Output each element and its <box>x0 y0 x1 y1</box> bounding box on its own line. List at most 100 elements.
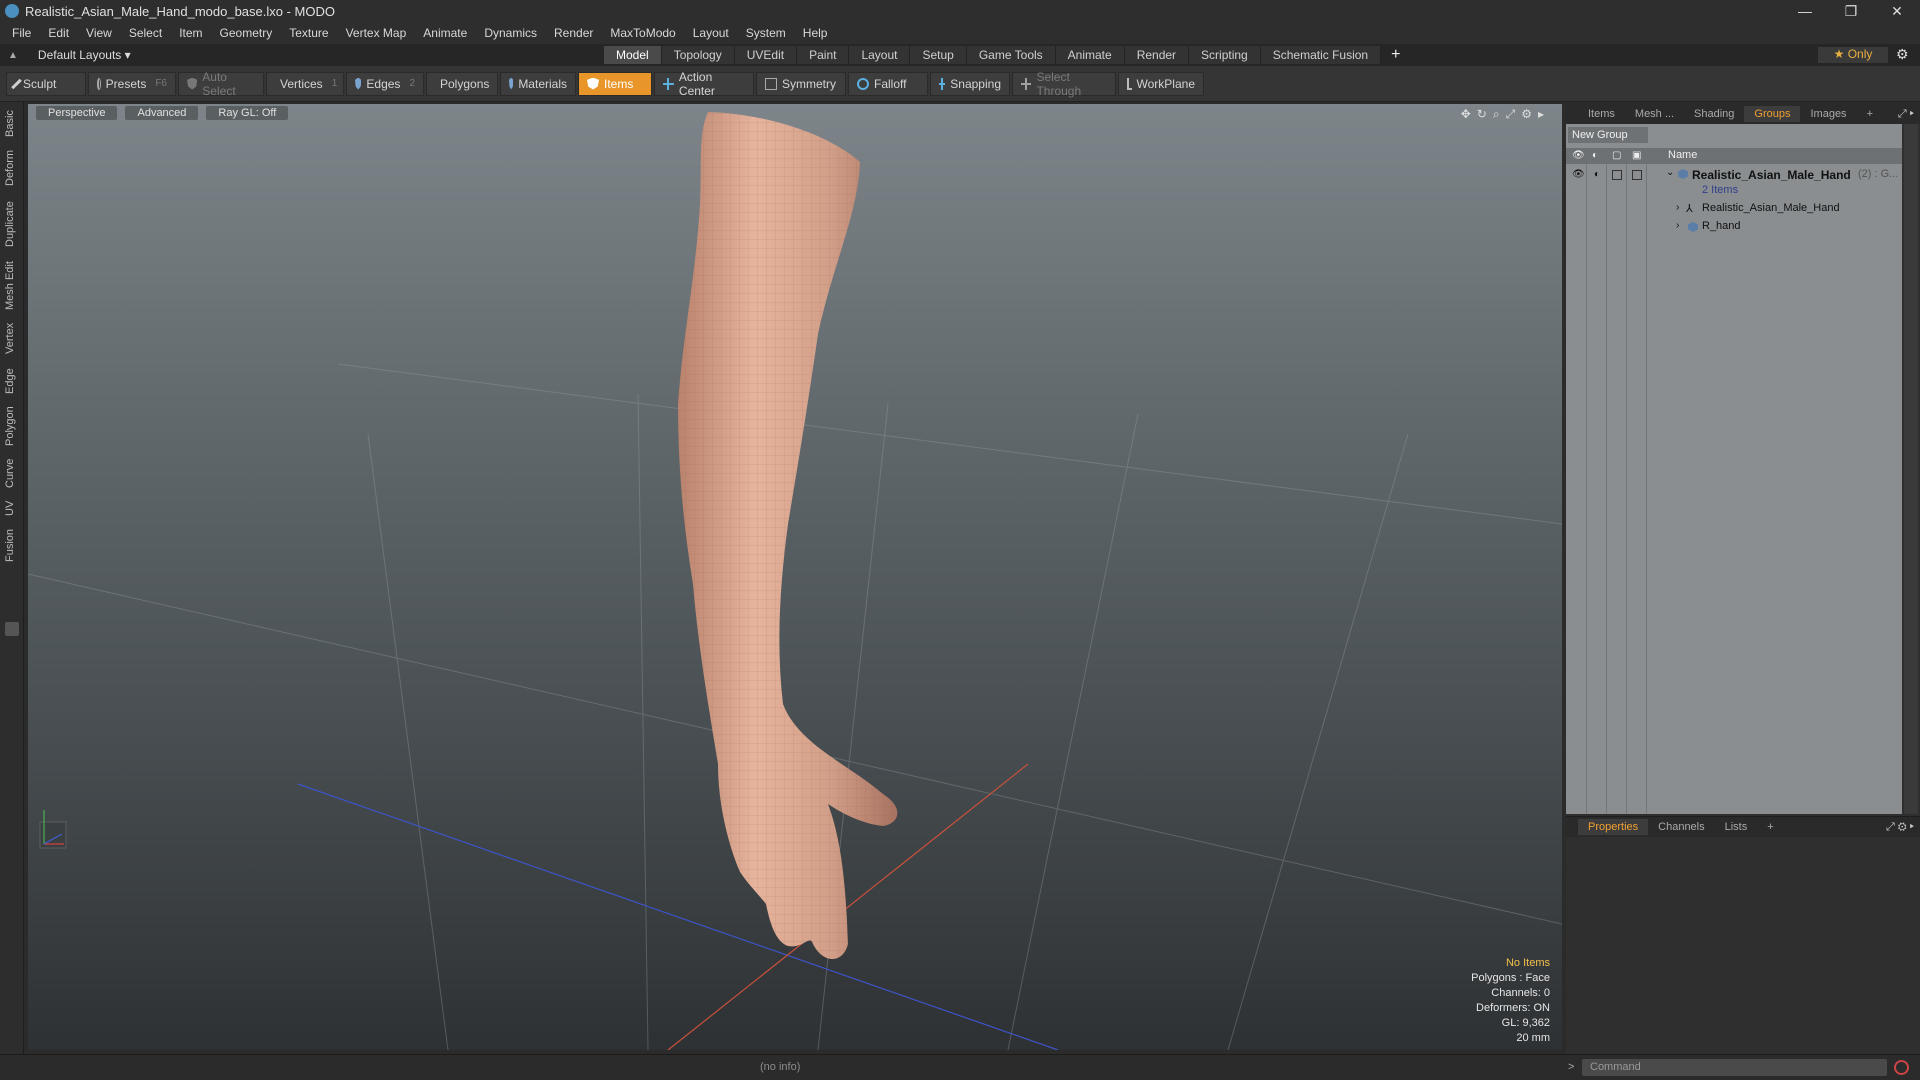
polygons-button[interactable]: Polygons <box>426 71 498 96</box>
view-mode-button[interactable]: Perspective <box>36 106 118 120</box>
restore-button[interactable]: ❐ <box>1828 3 1874 20</box>
menu-maxtomodo[interactable]: MaxToModo <box>610 26 675 40</box>
minimize-button[interactable]: — <box>1782 3 1828 20</box>
tab-groups[interactable]: Groups <box>1744 106 1801 122</box>
tab-model[interactable]: Model <box>604 46 662 64</box>
close-button[interactable]: ✕ <box>1874 3 1920 20</box>
items-button[interactable]: Items <box>578 71 652 96</box>
menu-geometry[interactable]: Geometry <box>220 26 273 40</box>
menu-file[interactable]: File <box>12 26 31 40</box>
add-panel-tab-icon[interactable]: + <box>1857 106 1883 122</box>
falloff-button[interactable]: Falloff <box>848 71 928 96</box>
menu-system[interactable]: System <box>746 26 786 40</box>
fit-icon[interactable]: ⤢ <box>1506 107 1516 122</box>
edges-button[interactable]: Edges 2 <box>346 71 424 96</box>
groups-scrollbar[interactable] <box>1904 124 1918 814</box>
lefttab-duplicate[interactable]: Duplicate <box>4 198 20 250</box>
menu-item[interactable]: Item <box>179 26 202 40</box>
tab-scripting[interactable]: Scripting <box>1189 46 1261 64</box>
collapse-icon[interactable]: ▲ <box>8 50 18 61</box>
gear-icon[interactable]: ⚙ <box>1896 46 1909 63</box>
tab-uvedit[interactable]: UVEdit <box>734 46 798 64</box>
tab-shading[interactable]: Shading <box>1684 106 1744 122</box>
menu-texture[interactable]: Texture <box>289 26 328 40</box>
toolbox-toggle-icon[interactable] <box>5 622 19 636</box>
only-toggle[interactable]: ★ Only <box>1818 47 1888 63</box>
menu-help[interactable]: Help <box>803 26 828 40</box>
tab-images[interactable]: Images <box>1800 106 1856 122</box>
tab-schematic-fusion[interactable]: Schematic Fusion <box>1260 46 1382 64</box>
viewport-settings-icon[interactable]: ⚙ <box>1521 107 1532 122</box>
layout-selector[interactable]: ▲ Default Layouts ▾ <box>8 48 131 62</box>
lefttab-deform[interactable]: Deform <box>4 148 20 188</box>
raygl-button[interactable]: Ray GL: Off <box>206 106 289 120</box>
group-child-row[interactable]: › R_hand <box>1566 218 1902 236</box>
layout-tab-bar: ▲ Default Layouts ▾ Model Topology UVEdi… <box>0 44 1920 66</box>
tab-lists[interactable]: Lists <box>1715 819 1758 835</box>
visibility-header-icon[interactable]: 👁 <box>1572 150 1585 161</box>
rotate-icon[interactable]: ↻ <box>1477 107 1487 122</box>
select-through-button[interactable]: Select Through <box>1012 70 1116 98</box>
tab-paint[interactable]: Paint <box>797 46 850 64</box>
render-toggle-icon[interactable]: ◐ <box>1594 169 1600 180</box>
collapse-arrow-icon[interactable]: ⌄ <box>1666 167 1674 178</box>
materials-button[interactable]: Materials <box>500 71 576 96</box>
menu-dynamics[interactable]: Dynamics <box>484 26 537 40</box>
render-header-icon[interactable]: ◐ <box>1592 150 1598 161</box>
zoom-icon[interactable]: ⌕ <box>1493 107 1500 122</box>
tab-mesh[interactable]: Mesh ... <box>1625 106 1684 122</box>
command-history-icon[interactable] <box>1894 1060 1909 1075</box>
viewport-menu-icon[interactable]: ▸ <box>1538 107 1544 122</box>
presets-button[interactable]: Presets F6 <box>88 71 176 96</box>
tab-setup[interactable]: Setup <box>910 46 967 64</box>
pan-icon[interactable]: ✥ <box>1461 107 1471 122</box>
menu-animate[interactable]: Animate <box>423 26 467 40</box>
menu-layout[interactable]: Layout <box>693 26 729 40</box>
visibility-eye-icon[interactable]: 👁 <box>1572 169 1585 180</box>
tab-game-tools[interactable]: Game Tools <box>966 46 1056 64</box>
lefttab-fusion[interactable]: Fusion <box>4 526 20 564</box>
lefttab-uv[interactable]: UV <box>4 498 20 518</box>
hand-mesh-model[interactable] <box>678 112 898 959</box>
menu-view[interactable]: View <box>86 26 112 40</box>
lefttab-mesh-edit[interactable]: Mesh Edit <box>4 260 20 312</box>
action-center-button[interactable]: Action Center <box>654 70 754 98</box>
lock-header-icon[interactable]: ▢ <box>1612 150 1621 161</box>
panel-expand-icon[interactable]: ⤢ ▸ <box>1888 106 1920 123</box>
tab-properties[interactable]: Properties <box>1578 819 1649 835</box>
vertices-button[interactable]: Vertices 1 <box>266 71 344 96</box>
3d-viewport[interactable]: Perspective Advanced Ray GL: Off ✥ ↻ ⌕ ⤢… <box>28 104 1562 1050</box>
add-tab-icon[interactable]: + <box>1381 46 1410 64</box>
tab-channels[interactable]: Channels <box>1648 819 1714 835</box>
workplane-button[interactable]: WorkPlane <box>1118 71 1204 96</box>
select-header-icon[interactable]: ▣ <box>1632 150 1641 161</box>
lock-checkbox[interactable] <box>1612 170 1622 180</box>
command-input[interactable]: Command <box>1582 1059 1887 1076</box>
tab-items[interactable]: Items <box>1578 106 1625 122</box>
lefttab-vertex[interactable]: Vertex <box>4 320 20 356</box>
shading-mode-button[interactable]: Advanced <box>125 106 199 120</box>
tab-topology[interactable]: Topology <box>661 46 735 64</box>
lefttab-edge[interactable]: Edge <box>4 366 20 396</box>
new-group-button[interactable]: New Group <box>1568 127 1648 143</box>
menu-select[interactable]: Select <box>129 26 162 40</box>
menu-render[interactable]: Render <box>554 26 593 40</box>
group-child-row[interactable]: › ⅄ Realistic_Asian_Male_Hand <box>1566 200 1902 218</box>
add-panel-tab-icon[interactable]: + <box>1757 819 1783 835</box>
tab-render[interactable]: Render <box>1124 46 1190 64</box>
expand-arrow-icon[interactable]: › <box>1676 202 1679 213</box>
menu-vertex-map[interactable]: Vertex Map <box>346 26 407 40</box>
select-checkbox[interactable] <box>1632 170 1642 180</box>
expand-arrow-icon[interactable]: › <box>1676 220 1679 231</box>
tab-animate[interactable]: Animate <box>1055 46 1125 64</box>
lefttab-basic[interactable]: Basic <box>4 108 20 140</box>
auto-select-button[interactable]: Auto Select <box>178 70 264 98</box>
tab-layout[interactable]: Layout <box>849 46 911 64</box>
symmetry-button[interactable]: Symmetry <box>756 71 846 96</box>
sculpt-button[interactable]: Sculpt <box>6 71 86 96</box>
menu-edit[interactable]: Edit <box>48 26 69 40</box>
lefttab-curve[interactable]: Curve <box>4 456 20 490</box>
panel-settings-icon[interactable]: ⤢ ⚙ ▸ <box>1876 819 1920 836</box>
lefttab-polygon[interactable]: Polygon <box>4 404 20 448</box>
snapping-button[interactable]: Snapping <box>930 71 1010 96</box>
